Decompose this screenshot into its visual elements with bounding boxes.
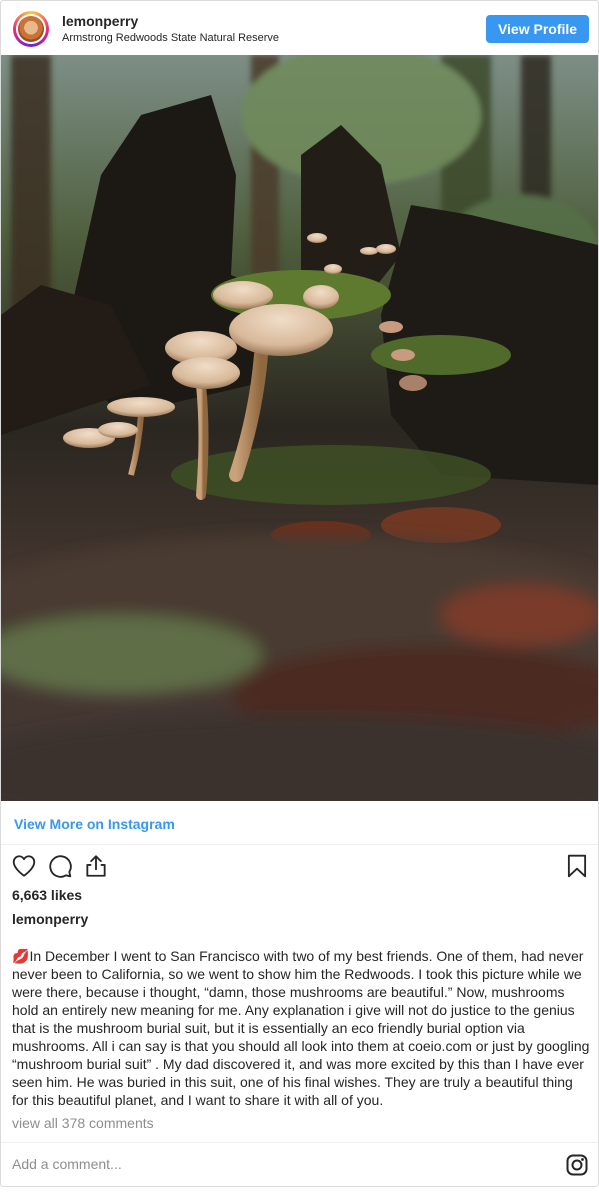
divider (1, 1142, 598, 1143)
post-caption: 💋In December I went to San Francisco wit… (12, 947, 590, 1109)
view-profile-button[interactable]: View Profile (486, 15, 589, 43)
caption-text: In December I went to San Francisco with… (12, 948, 590, 1108)
bookmark-icon[interactable] (564, 853, 590, 879)
profile-photo-icon (18, 16, 44, 42)
header-location[interactable]: Armstrong Redwoods State Natural Reserve (62, 32, 279, 44)
view-comments-link[interactable]: view all 378 comments (12, 1115, 154, 1131)
lips-emoji: 💋 (12, 948, 30, 964)
add-comment-input[interactable]: Add a comment... (12, 1156, 122, 1172)
mushroom-photo (1, 55, 598, 801)
header-username[interactable]: lemonperry (62, 13, 138, 29)
comment-icon[interactable] (47, 853, 73, 879)
avatar[interactable] (13, 11, 49, 47)
likes-count[interactable]: 6,663 likes (12, 887, 82, 903)
caption-username[interactable]: lemonperry (12, 911, 88, 927)
post-photo[interactable] (1, 55, 598, 801)
view-more-link[interactable]: View More on Instagram (14, 816, 175, 832)
instagram-icon[interactable] (565, 1153, 589, 1177)
share-icon[interactable] (83, 853, 109, 879)
divider (1, 844, 598, 845)
instagram-embed-card: lemonperry Armstrong Redwoods State Natu… (0, 0, 599, 1187)
heart-icon[interactable] (11, 853, 37, 879)
post-header: lemonperry Armstrong Redwoods State Natu… (1, 1, 598, 55)
